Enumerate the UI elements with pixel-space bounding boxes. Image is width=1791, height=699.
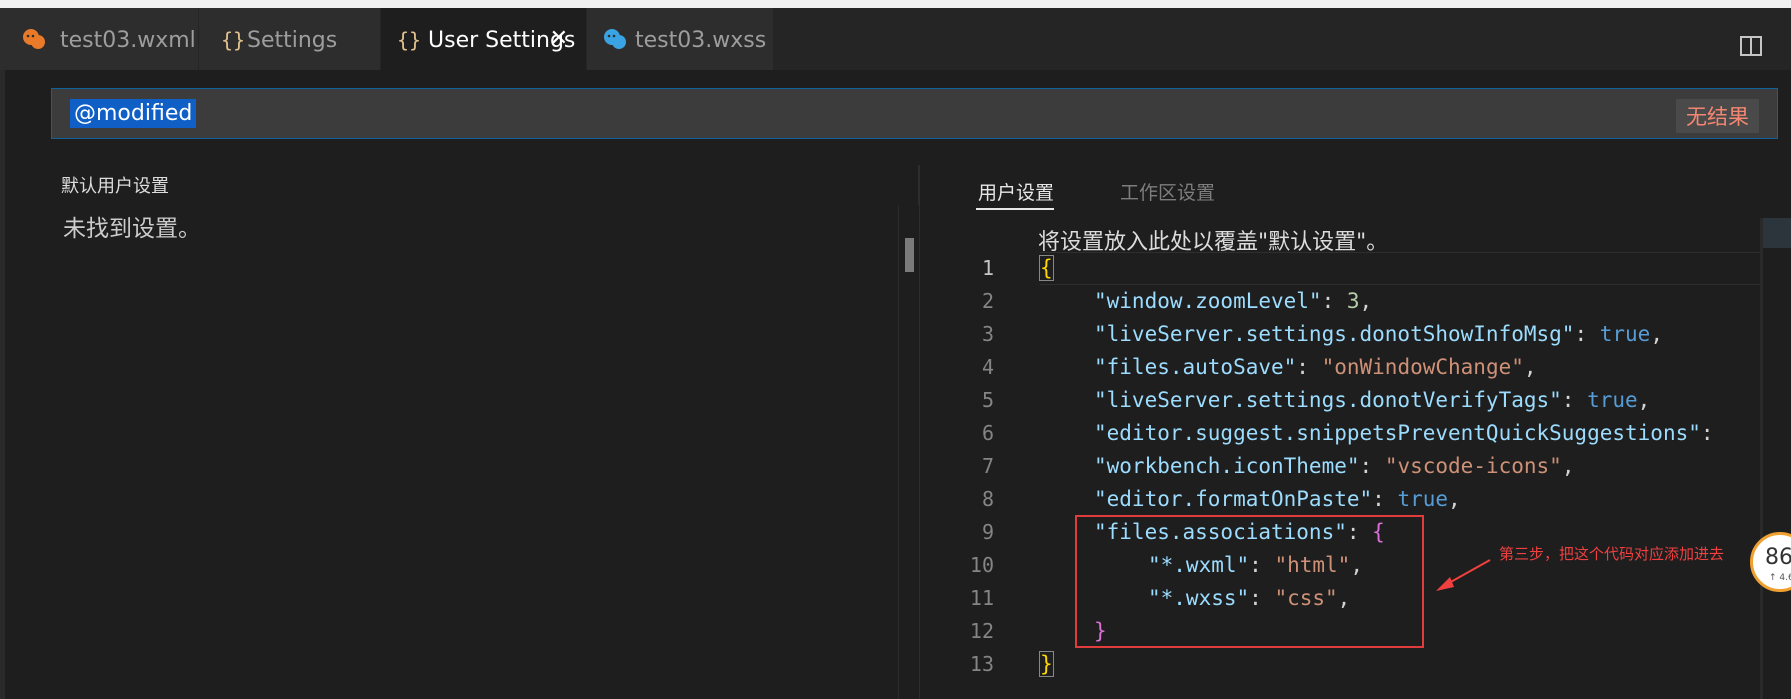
badge-number: 86 [1765, 545, 1791, 570]
activity-edge [0, 70, 5, 699]
line-number: 9 [981, 520, 994, 544]
current-line-highlight [1040, 252, 1760, 285]
code-line: { [1039, 255, 1054, 281]
code-line: "editor.formatOnPaste": true, [1094, 487, 1461, 511]
active-tab-underline [976, 208, 1054, 210]
no-settings-message: 未找到设置。 [63, 216, 201, 242]
line-number: 2 [981, 289, 994, 313]
line-number: 8 [981, 487, 994, 511]
code-line: "liveServer.settings.donotShowInfoMsg": … [1094, 322, 1663, 346]
tab-settings[interactable]: {} Settings [199, 8, 381, 70]
minimap[interactable] [1760, 218, 1791, 248]
code-line: "editor.suggest.snippetsPreventQuickSugg… [1094, 421, 1714, 445]
highlight-box [1075, 515, 1424, 648]
braces-icon: {} [397, 28, 422, 52]
tab-label: Settings [247, 28, 338, 53]
tab-test03-wxss[interactable]: test03.wxss [587, 8, 774, 70]
line-number: 11 [969, 586, 994, 610]
line-number: 12 [969, 619, 994, 643]
badge-subtext: ↑ 4.6K [1769, 573, 1791, 583]
line-number: 13 [969, 652, 994, 676]
no-result-badge: 无结果 [1676, 99, 1759, 133]
settings-search-input[interactable]: @modified 无结果 [51, 88, 1778, 139]
line-number: 7 [981, 454, 994, 478]
code-line: "files.autoSave": "onWindowChange", [1094, 355, 1537, 379]
tab-user-settings-scope[interactable]: 用户设置 [978, 178, 1054, 205]
line-number: 1 [981, 256, 994, 280]
editor-scrollbar[interactable] [1760, 218, 1763, 699]
code-line: } [1039, 651, 1054, 677]
line-number: 3 [981, 322, 994, 346]
search-value: @modified [70, 99, 197, 128]
annotation-arrow [1436, 559, 1491, 591]
close-icon[interactable]: ✕ [550, 26, 568, 51]
code-line: "liveServer.settings.donotVerifyTags": t… [1094, 388, 1651, 412]
braces-icon: {} [221, 28, 246, 52]
tab-user-settings[interactable]: {} User Settings ✕ [381, 8, 587, 70]
scrollbar-track [898, 205, 919, 699]
default-settings-title: 默认用户设置 [61, 176, 169, 197]
wechat-icon [22, 28, 46, 55]
annotation-text: 第三步，把这个代码对应添加进去 [1499, 545, 1725, 563]
tab-label: test03.wxml [60, 28, 196, 53]
line-number: 5 [981, 388, 994, 412]
code-line: "workbench.iconTheme": "vscode-icons", [1094, 454, 1575, 478]
split-editor-icon[interactable] [1740, 36, 1762, 56]
line-number: 4 [981, 355, 994, 379]
tab-test03-wxml[interactable]: test03.wxml [0, 8, 199, 70]
scrollbar-thumb[interactable] [905, 238, 914, 272]
editor-tab-bar: test03.wxml {} Settings {} User Settings… [0, 8, 1791, 70]
code-line: "window.zoomLevel": 3, [1094, 289, 1373, 313]
line-number: 10 [969, 553, 994, 577]
tab-label: test03.wxss [635, 28, 767, 53]
tab-workspace-settings[interactable]: 工作区设置 [1120, 178, 1215, 205]
menu-bar[interactable] [0, 0, 1791, 8]
wechat-icon [603, 28, 627, 55]
line-number: 6 [981, 421, 994, 445]
